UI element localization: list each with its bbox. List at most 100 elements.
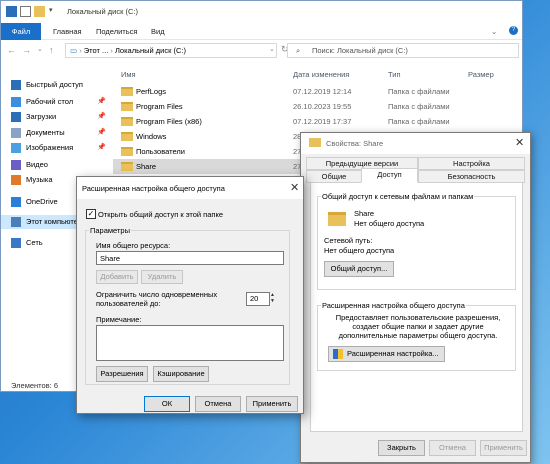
pin-icon: 📌 <box>97 98 106 105</box>
limit-label: Ограничить число одновременных пользоват… <box>96 290 218 308</box>
folder-icon[interactable] <box>34 6 45 17</box>
net-path-value: Нет общего доступа <box>324 246 395 255</box>
caching-button[interactable]: Кэширование <box>153 366 209 382</box>
share-name-input[interactable] <box>96 251 284 265</box>
sidebar-item[interactable]: Изображения 📌 <box>1 141 109 155</box>
breadcrumb-drive[interactable]: Локальный диск (C:) <box>115 46 186 55</box>
network-icon <box>11 238 21 248</box>
sidebar-item-label: Рабочий стол <box>26 97 74 106</box>
share-checkbox-label: Открыть общий доступ к этой папке <box>98 210 224 219</box>
status-bar: Элементов: 6 <box>11 381 59 390</box>
properties-window: Свойства: Share ✕ Предыдущие версии Наст… <box>300 132 531 463</box>
sidebar-item-label: Видео <box>26 160 48 169</box>
help-icon[interactable]: ? <box>509 26 518 35</box>
tab-file[interactable]: Файл <box>1 23 41 40</box>
dropdown-icon[interactable]: ▾ <box>49 6 57 17</box>
note-textarea[interactable] <box>96 325 284 361</box>
shield-icon <box>333 349 343 359</box>
sidebar-item-label: Музыка <box>26 175 53 184</box>
address-bar[interactable]: ▭ › Этот ... › Локальный диск (C:) <box>65 43 277 58</box>
computer-icon <box>11 217 21 227</box>
user-limit-stepper[interactable]: 20 <box>246 292 270 306</box>
search-input[interactable]: ⌕ Поиск: Локальный диск (C:) <box>287 43 519 58</box>
cancel-button[interactable]: Отмена <box>195 396 241 412</box>
column-type[interactable]: Тип <box>388 70 401 79</box>
file-row[interactable]: Program Files (x86) 07.12.2019 17:37 Папка… <box>113 114 513 129</box>
file-date: 07.12.2019 17:37 <box>293 117 352 126</box>
sidebar-item[interactable]: Загрузки 📌 <box>1 110 109 124</box>
star-icon <box>11 80 21 90</box>
advanced-description: Предоставляет пользовательские разрешени… <box>335 313 501 340</box>
pin-icon: 📌 <box>97 113 106 120</box>
advanced-sharing-label: Расширенная настройка... <box>347 349 439 358</box>
address-dropdown-icon[interactable]: ⌄ <box>269 45 275 53</box>
folder-icon <box>328 212 346 226</box>
share-status: Нет общего доступа <box>354 219 425 228</box>
file-date: 26.10.2023 19:55 <box>293 102 352 111</box>
breadcrumb-this-pc[interactable]: Этот ... <box>84 46 109 55</box>
group-title: Расширенная настройка общего доступа <box>321 301 466 310</box>
remove-button[interactable]: Удалить <box>141 270 183 284</box>
file-name: Program Files <box>136 102 183 111</box>
sidebar-item[interactable]: Документы 📌 <box>1 126 109 140</box>
column-size[interactable]: Размер <box>468 70 494 79</box>
folder-icon <box>121 117 133 126</box>
sidebar-item-label: OneDrive <box>26 197 58 206</box>
file-date: 07.12.2019 12:14 <box>293 87 352 96</box>
share-name-label: Имя общего ресурса: <box>96 241 171 250</box>
apply-button[interactable]: Применить <box>246 396 298 412</box>
tab-view[interactable]: Вид <box>144 23 172 40</box>
app-icon <box>6 6 17 17</box>
checkbox-icon[interactable] <box>20 6 31 17</box>
download-icon <box>11 112 21 122</box>
spinner-icon[interactable]: ▲ ▼ <box>270 292 278 306</box>
tab-customize[interactable]: Настройка <box>418 157 525 170</box>
tab-sharing[interactable]: Доступ <box>361 168 418 183</box>
sidebar-item[interactable]: Рабочий стол 📌 <box>1 95 109 109</box>
file-row[interactable]: Program Files 26.10.2023 19:55 Папка с фай… <box>113 99 513 114</box>
address-row: ← → ⌄ ↑ ▭ › Этот ... › Локальный диск (C… <box>1 40 522 61</box>
cancel-button[interactable]: Отмена <box>429 440 476 456</box>
recent-icon[interactable]: ⌄ <box>37 45 43 53</box>
permissions-button[interactable]: Разрешения <box>96 366 148 382</box>
props-title: Свойства: Share <box>326 139 384 148</box>
share-button[interactable]: Общий доступ... <box>324 261 394 277</box>
folder-icon <box>121 102 133 111</box>
file-name: Program Files (x86) <box>136 117 202 126</box>
net-path-label: Сетевой путь: <box>324 236 373 245</box>
parameters-label: Параметры <box>89 226 131 235</box>
forward-icon[interactable]: → <box>22 45 31 55</box>
close-button[interactable]: Закрыть <box>378 440 425 456</box>
tab-share[interactable]: Поделиться <box>89 23 144 40</box>
computer-icon: ▭ <box>70 46 78 55</box>
share-name: Share <box>354 209 375 218</box>
up-icon[interactable]: ↑ <box>49 45 54 55</box>
back-icon[interactable]: ← <box>7 45 16 55</box>
sidebar-item[interactable]: Быстрый доступ <box>1 78 109 92</box>
sidebar-item-label: Быстрый доступ <box>26 80 83 89</box>
tab-home[interactable]: Главная <box>46 23 89 40</box>
column-date[interactable]: Дата изменения <box>293 70 349 79</box>
ribbon-expand-icon[interactable]: ⌄ <box>491 27 497 36</box>
close-icon[interactable]: ✕ <box>515 136 524 149</box>
file-name: PerfLogs <box>136 87 167 96</box>
ok-button[interactable]: ОК <box>144 396 190 412</box>
advanced-sharing-dialog: Расширенная настройка общего доступа ✕ ✓… <box>76 176 304 414</box>
parameters-group: Параметры Имя общего ресурса: Добавить У… <box>85 226 290 385</box>
network-share-group: Общий доступ к сетевым файлам и папкам S… <box>317 192 516 290</box>
share-checkbox[interactable]: ✓ <box>86 209 96 219</box>
add-button[interactable]: Добавить <box>96 270 138 284</box>
file-row[interactable]: PerfLogs 07.12.2019 12:14 Папка с файлами <box>113 84 513 99</box>
close-icon[interactable]: ✕ <box>290 181 299 194</box>
column-name[interactable]: Имя <box>121 70 136 79</box>
group-title: Общий доступ к сетевым файлам и папкам <box>321 192 475 201</box>
advanced-share-group: Расширенная настройка общего доступа Пре… <box>317 301 516 371</box>
folder-icon <box>121 147 133 156</box>
sidebar-item-label: Этот компьютер <box>26 217 83 226</box>
adv-titlebar: Расширенная настройка общего доступа ✕ <box>77 177 303 199</box>
apply-button[interactable]: Применить <box>480 440 527 456</box>
sidebar-item-label: Изображения <box>26 143 74 152</box>
advanced-sharing-button[interactable]: Расширенная настройка... <box>328 346 445 362</box>
sidebar-item[interactable]: Видео <box>1 158 109 172</box>
sidebar-item-label: Сеть <box>26 238 43 247</box>
